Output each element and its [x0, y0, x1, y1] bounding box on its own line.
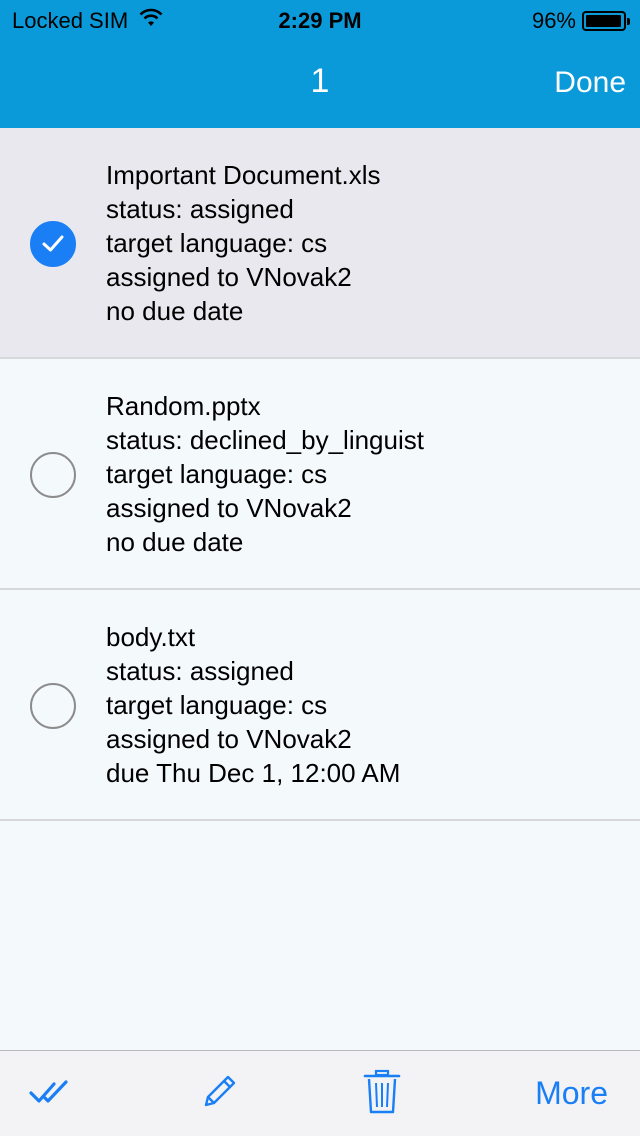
task-list: Important Document.xls status: assigned …	[0, 128, 640, 821]
list-item[interactable]: body.txt status: assigned target languag…	[0, 590, 640, 821]
more-button[interactable]: More	[535, 1075, 608, 1112]
item-details: body.txt status: assigned target languag…	[106, 620, 400, 790]
item-status: status: assigned	[106, 194, 294, 224]
file-name: body.txt	[106, 622, 196, 652]
done-button[interactable]: Done	[554, 66, 626, 100]
item-details: Random.pptx status: declined_by_linguist…	[106, 389, 424, 559]
item-status: status: assigned	[106, 656, 294, 686]
item-due-date: no due date	[106, 296, 244, 326]
delete-button[interactable]	[362, 1069, 402, 1115]
battery-icon	[582, 11, 630, 31]
pencil-icon	[204, 1075, 236, 1107]
item-status: status: declined_by_linguist	[106, 425, 424, 455]
item-assignee: assigned to VNovak2	[106, 493, 352, 523]
item-details: Important Document.xls status: assigned …	[106, 158, 381, 328]
selection-checkbox[interactable]	[30, 221, 76, 267]
checkmark-icon	[42, 235, 64, 252]
double-check-icon	[29, 1080, 68, 1103]
item-due-date: no due date	[106, 527, 244, 557]
selection-checkbox[interactable]	[30, 683, 76, 729]
mark-complete-button[interactable]	[28, 1077, 72, 1107]
selection-checkbox[interactable]	[30, 452, 76, 498]
trash-icon	[363, 1069, 401, 1114]
list-item[interactable]: Random.pptx status: declined_by_linguist…	[0, 359, 640, 590]
bottom-toolbar: More	[0, 1050, 640, 1136]
battery-group: 96%	[531, 8, 630, 34]
file-name: Random.pptx	[106, 391, 261, 421]
status-bar: Locked SIM 2:29 PM 96%	[0, 0, 640, 40]
selection-count-title: 1	[310, 62, 330, 100]
list-item[interactable]: Important Document.xls status: assigned …	[0, 128, 640, 359]
item-assignee: assigned to VNovak2	[106, 262, 352, 292]
battery-percent: 96%	[531, 8, 576, 33]
item-target-language: target language: cs	[106, 459, 328, 489]
item-assignee: assigned to VNovak2	[106, 724, 352, 754]
item-target-language: target language: cs	[106, 228, 328, 258]
file-name: Important Document.xls	[106, 160, 381, 190]
battery-level	[586, 15, 621, 27]
navigation-bar: 1 Done	[0, 40, 640, 128]
edit-button[interactable]	[198, 1071, 240, 1113]
item-target-language: target language: cs	[106, 690, 328, 720]
item-due-date: due Thu Dec 1, 12:00 AM	[106, 758, 401, 788]
